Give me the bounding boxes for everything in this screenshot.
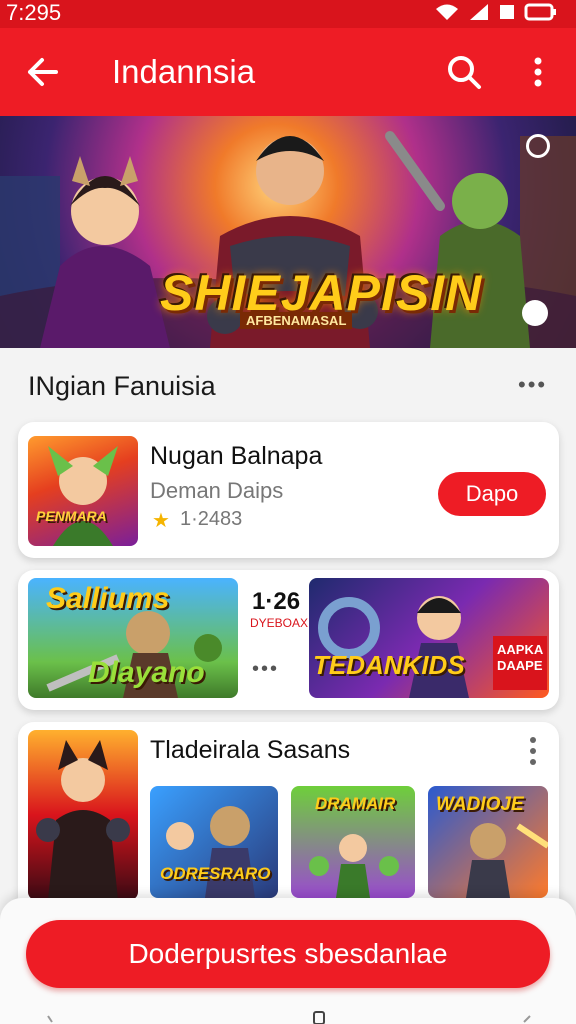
promo-more-icon[interactable]: ••• [252,658,279,681]
app-developer: Deman Daips [150,478,284,503]
app-bar: Indannsia [0,28,576,116]
nav-recent-icon [523,1015,531,1023]
app-thumbnail: PENMARA [28,436,138,546]
sim-icon [500,5,514,19]
bottom-sheet: Doderpusrtes sbesdanlae [0,898,576,1024]
promo-right-thumbnail[interactable]: TEDANKIDS AAPKA DAAPE [309,578,549,698]
section-more-icon[interactable]: ••• [518,372,547,398]
hero-banner[interactable]: SHIEJAPISIN AFBENAMASAL [0,116,576,348]
collection-thumb-label: ODRESRARO [160,864,271,883]
collection-cover[interactable] [28,730,138,900]
banner-indicator-dot[interactable] [522,300,548,326]
nav-back-icon [47,1015,53,1023]
more-vertical-icon[interactable] [518,52,558,92]
promo-left-subtitle: Dlayano [88,656,205,689]
app-thumbnail-label: PENMARA [36,508,107,524]
collection-more-icon[interactable] [526,736,540,766]
star-icon: ★ [152,510,170,532]
promo-right-title: TEDANKIDS [313,650,465,680]
promo-left-title: Salliums [46,582,170,615]
collection-card[interactable]: Tladeirala Sasans ODRESRARO DRAMAIR WADI… [18,722,559,922]
wifi-icon [436,4,458,20]
collection-thumb-label: DRAMAIR [315,794,396,813]
app-rating: 1·2483 [180,508,243,530]
collection-title: Tladeirala Sasans [150,736,351,764]
back-arrow-icon[interactable] [22,52,62,92]
nav-bar [47,1011,531,1024]
nav-home-icon [313,1011,325,1024]
promo-right-badge: AAPKA DAAPE [493,636,547,690]
app-name: Nugan Balnapa [150,442,323,470]
signal-icon [470,4,488,20]
page-title: Indannsia [112,53,256,90]
promo-code: DYEBOAX [250,616,309,630]
collection-thumb-label: WADIOJE [436,794,524,815]
banner-subtitle: AFBENAMASAL [240,312,353,329]
collection-thumb[interactable]: WADIOJE [428,786,548,898]
banner-indicator-ring[interactable] [526,134,550,158]
promo-count: 1·26 [252,588,301,615]
status-time: 7:295 [6,0,62,25]
status-bar: 7:295 [0,0,576,28]
battery-icon [524,3,556,21]
collection-thumb[interactable]: DRAMAIR [291,786,415,898]
collection-thumb[interactable]: ODRESRARO [150,786,278,898]
promo-card[interactable]: Salliums Dlayano 1·26 DYEBOAX ••• TEDANK… [18,570,559,710]
status-icons [434,2,558,22]
promo-left-thumbnail[interactable]: Salliums Dlayano [28,578,238,698]
primary-cta-button[interactable]: Doderpusrtes sbesdanlae [26,920,550,988]
featured-app-card[interactable]: PENMARA Nugan Balnapa Deman Daips ★ 1·24… [18,422,559,558]
install-button[interactable]: Dapo [438,472,546,516]
section-heading: INgian Fanuisia [28,371,216,401]
search-icon[interactable] [444,52,484,92]
